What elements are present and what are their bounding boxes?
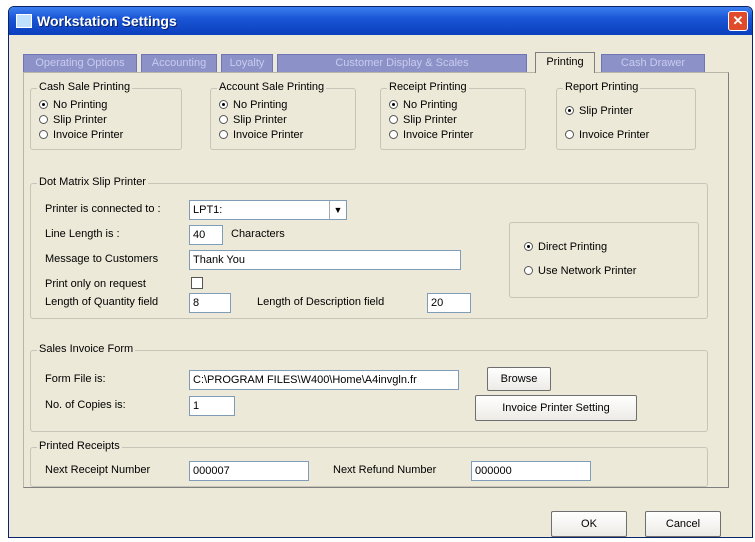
tab-printing[interactable]: Printing: [535, 52, 595, 73]
radio-selected-icon: [39, 100, 48, 109]
tab-cash-drawer[interactable]: Cash Drawer: [601, 54, 705, 72]
next-refund-label: Next Refund Number: [333, 464, 437, 476]
next-receipt-label: Next Receipt Number: [45, 464, 151, 476]
slip-printer-title: Dot Matrix Slip Printer: [37, 176, 148, 188]
line-length-label: Line Length is :: [45, 228, 120, 240]
printer-connected-label: Printer is connected to :: [45, 203, 161, 215]
print-only-checkbox[interactable]: [191, 277, 203, 289]
line-length-unit: Characters: [231, 228, 285, 240]
radio-selected-icon: [219, 100, 228, 109]
radio-selected-icon: [565, 106, 574, 115]
invoice-printer-setting-button[interactable]: Invoice Printer Setting: [475, 395, 637, 421]
description-length-input[interactable]: 20: [427, 293, 471, 313]
print-only-label: Print only on request: [45, 278, 146, 290]
title-bar: Workstation Settings ✕: [9, 7, 752, 35]
print-mode-group: Direct Printing Use Network Printer: [509, 222, 699, 298]
radio-icon: [219, 130, 228, 139]
chevron-down-icon[interactable]: ▼: [329, 201, 346, 219]
next-refund-input[interactable]: 000000: [471, 461, 591, 481]
radio-icon: [219, 115, 228, 124]
cash-sale-printing-group: Cash Sale Printing No Printing Slip Prin…: [30, 81, 182, 150]
description-length-label: Length of Description field: [257, 296, 385, 308]
radio-selected-icon: [524, 242, 533, 251]
workstation-settings-window: Workstation Settings ✕ Operating Options…: [8, 6, 753, 538]
tab-accounting[interactable]: Accounting: [141, 54, 217, 72]
message-label: Message to Customers: [45, 253, 159, 265]
tab-operating-options[interactable]: Operating Options: [23, 54, 137, 72]
form-file-label: Form File is:: [45, 373, 106, 385]
browse-button[interactable]: Browse: [487, 367, 551, 391]
radio-icon: [565, 130, 574, 139]
message-input[interactable]: Thank You: [189, 250, 461, 270]
radio-icon: [389, 115, 398, 124]
cash-sale-printing-title: Cash Sale Printing: [37, 81, 133, 93]
window-title: Workstation Settings: [37, 13, 177, 29]
receipt-printing-group: Receipt Printing No Printing Slip Printe…: [380, 81, 526, 150]
printed-receipts-title: Printed Receipts: [37, 440, 122, 452]
printer-port-value: LPT1:: [193, 204, 223, 216]
radio-selected-icon: [389, 100, 398, 109]
quantity-length-input[interactable]: 8: [189, 293, 231, 313]
tab-loyalty[interactable]: Loyalty: [221, 54, 273, 72]
dot-matrix-slip-printer-group: Dot Matrix Slip Printer Printer is conne…: [30, 176, 708, 319]
report-printing-group: Report Printing Slip Printer Invoice Pri…: [556, 81, 696, 150]
quantity-length-label: Length of Quantity field: [45, 296, 159, 308]
close-button[interactable]: ✕: [728, 11, 748, 31]
ok-button[interactable]: OK: [551, 511, 627, 537]
report-printing-title: Report Printing: [563, 81, 641, 93]
account-sale-printing-title: Account Sale Printing: [217, 81, 327, 93]
sales-invoice-title: Sales Invoice Form: [37, 343, 136, 355]
radio-icon: [39, 130, 48, 139]
next-receipt-input[interactable]: 000007: [189, 461, 309, 481]
tab-customer-display-scales[interactable]: Customer Display & Scales: [277, 54, 527, 72]
receipt-printing-title: Receipt Printing: [387, 81, 469, 93]
printing-panel: Cash Sale Printing No Printing Slip Prin…: [23, 72, 729, 488]
radio-icon: [39, 115, 48, 124]
window-icon: [16, 14, 32, 28]
radio-icon: [524, 266, 533, 275]
account-sale-printing-group: Account Sale Printing No Printing Slip P…: [210, 81, 356, 150]
form-file-input[interactable]: C:\PROGRAM FILES\W400\Home\A4invgln.fr: [189, 370, 459, 390]
line-length-input[interactable]: 40: [189, 225, 223, 245]
copies-label: No. of Copies is:: [45, 399, 126, 411]
cancel-button[interactable]: Cancel: [645, 511, 721, 537]
copies-input[interactable]: 1: [189, 396, 235, 416]
printed-receipts-group: Printed Receipts Next Receipt Number 000…: [30, 440, 708, 487]
sales-invoice-form-group: Sales Invoice Form Form File is: C:\PROG…: [30, 343, 708, 432]
printer-port-dropdown[interactable]: LPT1: ▼: [189, 200, 347, 220]
radio-icon: [389, 130, 398, 139]
